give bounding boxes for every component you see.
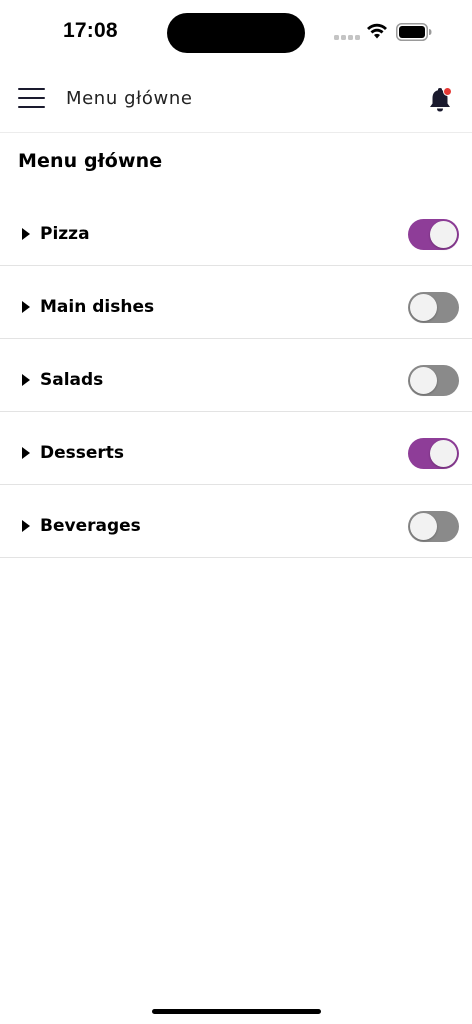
category-toggle[interactable] [408, 511, 459, 542]
caret-right-icon[interactable] [22, 228, 30, 240]
toggle-knob [430, 440, 457, 467]
caret-right-icon[interactable] [22, 374, 30, 386]
wifi-icon [367, 23, 387, 39]
notification-badge [443, 87, 452, 96]
caret-right-icon[interactable] [22, 520, 30, 532]
category-toggle[interactable] [408, 438, 459, 469]
home-indicator[interactable] [152, 1009, 321, 1014]
toggle-knob [430, 221, 457, 248]
toggle-knob [410, 294, 437, 321]
cellular-signal-icon [334, 35, 360, 40]
hamburger-line [18, 97, 45, 99]
category-row-beverages[interactable]: Beverages [0, 485, 472, 558]
toggle-knob [410, 367, 437, 394]
toggle-knob [410, 513, 437, 540]
hamburger-line [18, 88, 45, 90]
hamburger-menu-icon[interactable] [18, 88, 45, 108]
caret-right-icon[interactable] [22, 447, 30, 459]
category-label[interactable]: Pizza [40, 224, 90, 244]
category-toggle[interactable] [408, 219, 459, 250]
category-label[interactable]: Salads [40, 370, 103, 390]
category-list: Pizza Main dishes Salads Desserts Bevera… [0, 193, 472, 558]
app-bar: Menu główne [0, 66, 472, 133]
dynamic-island [167, 13, 305, 53]
category-row-desserts[interactable]: Desserts [0, 412, 472, 485]
app-bar-title: Menu główne [66, 88, 193, 109]
category-toggle[interactable] [408, 365, 459, 396]
status-bar: 17:08 [0, 0, 472, 64]
bell-icon[interactable] [426, 86, 454, 114]
caret-right-icon[interactable] [22, 301, 30, 313]
battery-icon [396, 23, 432, 41]
category-label[interactable]: Beverages [40, 516, 141, 536]
category-row-salads[interactable]: Salads [0, 339, 472, 412]
category-label[interactable]: Main dishes [40, 297, 154, 317]
category-label[interactable]: Desserts [40, 443, 124, 463]
category-row-main-dishes[interactable]: Main dishes [0, 266, 472, 339]
status-time: 17:08 [63, 19, 118, 42]
category-toggle[interactable] [408, 292, 459, 323]
hamburger-line [18, 106, 45, 108]
category-row-pizza[interactable]: Pizza [0, 193, 472, 266]
page-title: Menu główne [18, 150, 163, 172]
